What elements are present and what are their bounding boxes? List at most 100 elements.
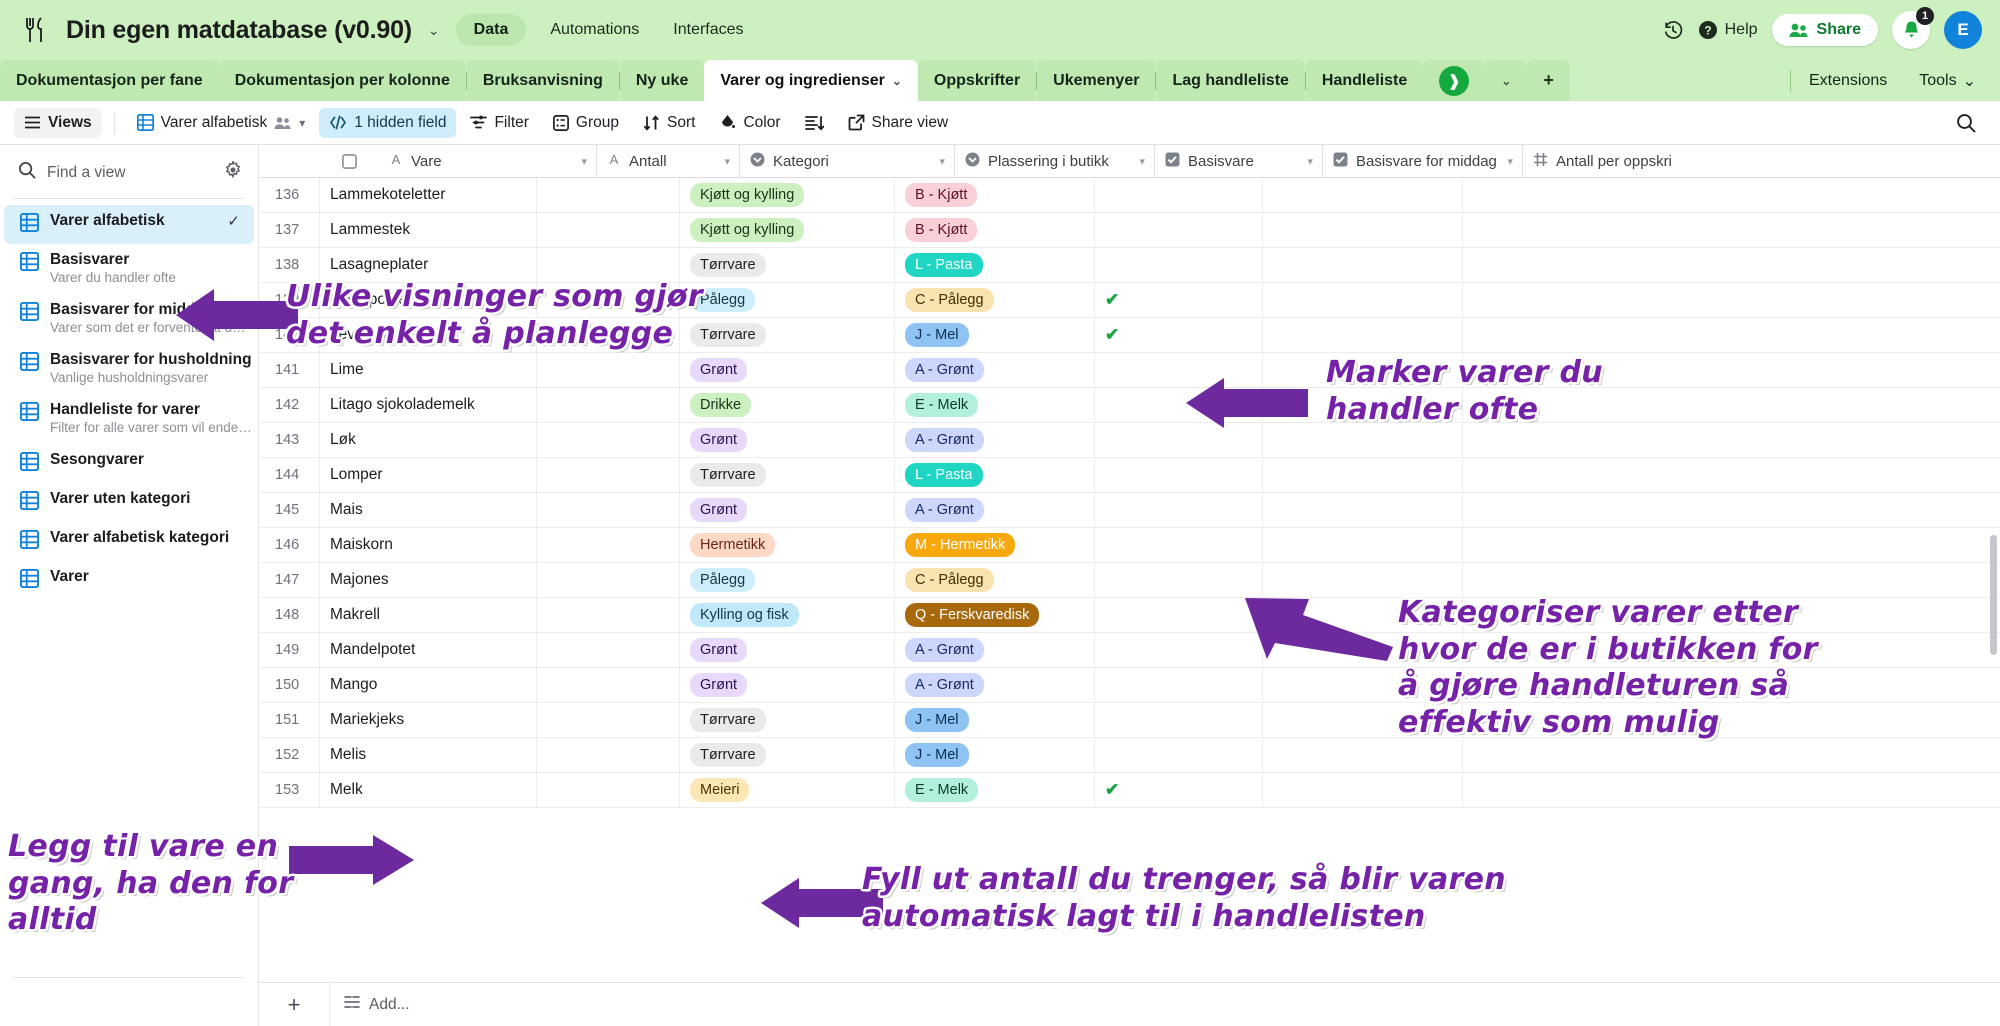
cell-basisvare[interactable]: ✔	[1095, 283, 1263, 317]
tab-ny-uke[interactable]: Ny uke	[619, 60, 705, 101]
table-row[interactable]: 150 Mango Grønt A - Grønt	[259, 668, 2000, 703]
table-row[interactable]: 138 Lasagneplater Tørrvare L - Pasta	[259, 248, 2000, 283]
table-row[interactable]: 142 Litago sjokolademelk Drikke E - Melk	[259, 388, 2000, 423]
cell-vare[interactable]: Løk	[319, 423, 537, 457]
sidebar-item-varer-alfabetisk[interactable]: Varer alfabetisk ✓	[4, 205, 254, 244]
cell-basisvare-middag[interactable]	[1263, 598, 1463, 632]
table-row[interactable]: 146 Maiskorn Hermetikk M - Hermetikk	[259, 528, 2000, 563]
cell-kategori[interactable]: Tørrvare	[680, 248, 895, 282]
select-all-checkbox[interactable]	[319, 145, 379, 177]
column-header-vare[interactable]: A Vare ▾	[379, 145, 597, 177]
cell-basisvare-middag[interactable]	[1263, 563, 1463, 597]
tab-oppskrifter[interactable]: Oppskrifter	[917, 60, 1037, 101]
cell-kategori[interactable]: Grønt	[680, 423, 895, 457]
cell-antall[interactable]	[537, 563, 680, 597]
cell-plassering[interactable]: A - Grønt	[895, 633, 1095, 667]
hidden-fields-button[interactable]: 1 hidden field	[319, 107, 457, 138]
cell-kategori[interactable]: Kjøtt og kylling	[680, 178, 895, 212]
sidebar-item-basisvarer-for-middag[interactable]: Basisvarer for middag Varer som det er f…	[4, 294, 254, 344]
cell-vare[interactable]: Mariekjeks	[319, 703, 537, 737]
chevron-down-icon[interactable]: ⌄	[1501, 74, 1511, 88]
cell-antall-per-oppskrift[interactable]	[1463, 633, 1693, 667]
cell-vare[interactable]: Mango	[319, 668, 537, 702]
cell-antall-per-oppskrift[interactable]	[1463, 213, 1693, 247]
cell-antall[interactable]	[537, 633, 680, 667]
cell-basisvare[interactable]	[1095, 213, 1263, 247]
cell-antall[interactable]	[537, 598, 680, 632]
column-header-kategori[interactable]: Kategori ▾	[740, 145, 955, 177]
cell-antall[interactable]	[537, 773, 680, 807]
cell-kategori[interactable]: Tørrvare	[680, 738, 895, 772]
cell-basisvare-middag[interactable]	[1263, 213, 1463, 247]
cell-kategori[interactable]: Hermetikk	[680, 528, 895, 562]
table-row[interactable]: 136 Lammekoteletter Kjøtt og kylling B - Kj…	[259, 178, 2000, 213]
cell-basisvare-middag[interactable]	[1263, 633, 1463, 667]
cell-basisvare-middag[interactable]	[1263, 388, 1463, 422]
cell-kategori[interactable]: Kjøtt og kylling	[680, 213, 895, 247]
cell-plassering[interactable]: A - Grønt	[895, 668, 1095, 702]
column-header-antall[interactable]: A Antall ▾	[597, 145, 740, 177]
column-header-basisvare-for-middag[interactable]: Basisvare for middag ▾	[1323, 145, 1523, 177]
cell-antall-per-oppskrift[interactable]	[1463, 598, 1693, 632]
cell-vare[interactable]: Lime	[319, 353, 537, 387]
sort-button[interactable]: Sort	[633, 108, 705, 138]
tab-handleliste[interactable]: Handleliste	[1305, 60, 1424, 101]
cell-basisvare-middag[interactable]	[1263, 668, 1463, 702]
chevron-down-icon[interactable]: ▾	[724, 155, 730, 168]
sidebar-item-basisvarer[interactable]: Basisvarer Varer du handler ofte	[4, 244, 254, 294]
cell-antall[interactable]	[537, 248, 680, 282]
chevron-down-icon[interactable]: ▾	[1139, 155, 1145, 168]
cell-antall-per-oppskrift[interactable]	[1463, 458, 1693, 492]
cell-kategori[interactable]: Tørrvare	[680, 703, 895, 737]
cell-kategori[interactable]: Tørrvare	[680, 318, 895, 352]
cell-plassering[interactable]: L - Pasta	[895, 248, 1095, 282]
table-row[interactable]: 149 Mandelpotet Grønt A - Grønt	[259, 633, 2000, 668]
gear-icon[interactable]	[224, 159, 242, 184]
cell-basisvare[interactable]	[1095, 353, 1263, 387]
cell-basisvare-middag[interactable]	[1263, 178, 1463, 212]
cell-vare[interactable]: Majones	[319, 563, 537, 597]
cell-plassering[interactable]: B - Kjøtt	[895, 213, 1095, 247]
tools-button[interactable]: Tools ⌄	[1905, 71, 1990, 91]
history-clock-icon[interactable]	[1662, 19, 1684, 41]
table-row[interactable]: 143 Løk Grønt A - Grønt	[259, 423, 2000, 458]
cell-basisvare[interactable]: ✔	[1095, 318, 1263, 352]
cell-vare[interactable]: Leverpostei	[319, 283, 537, 317]
tab-dokumentasjon-per-fane[interactable]: Dokumentasjon per fane	[0, 60, 219, 101]
tab-bruksanvisning[interactable]: Bruksanvisning	[466, 60, 619, 101]
current-view-button[interactable]: Varer alfabetisk ▾	[127, 108, 316, 138]
cell-kategori[interactable]: Grønt	[680, 633, 895, 667]
table-row[interactable]: 148 Makrell Kylling og fisk Q - Ferskvaredi…	[259, 598, 2000, 633]
cell-kategori[interactable]: Meieri	[680, 773, 895, 807]
cell-antall-per-oppskrift[interactable]	[1463, 318, 1693, 352]
cell-antall[interactable]	[537, 458, 680, 492]
column-header-antall-per-oppskrift[interactable]: Antall per oppskri	[1523, 145, 1753, 177]
cell-kategori[interactable]: Drikke	[680, 388, 895, 422]
cell-basisvare[interactable]	[1095, 738, 1263, 772]
cell-kategori[interactable]: Grønt	[680, 353, 895, 387]
chevron-down-icon[interactable]: ▾	[1507, 155, 1513, 168]
cell-antall[interactable]	[537, 668, 680, 702]
cell-vare[interactable]: Lammekoteletter	[319, 178, 537, 212]
cell-basisvare-middag[interactable]	[1263, 458, 1463, 492]
cell-vare[interactable]: Lammestek	[319, 213, 537, 247]
cell-vare[interactable]: Litago sjokolademelk	[319, 388, 537, 422]
cell-plassering[interactable]: M - Hermetikk	[895, 528, 1095, 562]
table-row[interactable]: 145 Mais Grønt A - Grønt	[259, 493, 2000, 528]
cell-basisvare[interactable]	[1095, 458, 1263, 492]
tab-dokumentasjon-per-kolonne[interactable]: Dokumentasjon per kolonne	[218, 60, 466, 101]
cell-antall[interactable]	[537, 738, 680, 772]
cell-vare[interactable]: Melis	[319, 738, 537, 772]
cell-antall[interactable]	[537, 388, 680, 422]
cell-basisvare-middag[interactable]	[1263, 248, 1463, 282]
cell-plassering[interactable]: Q - Ferskvaredisk	[895, 598, 1095, 632]
chevron-down-icon[interactable]: ⌄	[1963, 71, 1976, 91]
tab-ukemenyer[interactable]: Ukemenyer	[1037, 60, 1156, 101]
cell-antall[interactable]	[537, 493, 680, 527]
cell-antall-per-oppskrift[interactable]	[1463, 493, 1693, 527]
sidebar-item-varer-uten-kategori[interactable]: Varer uten kategori	[4, 483, 254, 522]
cell-plassering[interactable]: A - Grønt	[895, 353, 1095, 387]
table-row[interactable]: 139 Leverpostei Pålegg C - Pålegg ✔	[259, 283, 2000, 318]
tab-overflow-more[interactable]: ❱	[1423, 60, 1486, 101]
fork-knife-icon[interactable]	[18, 13, 52, 47]
